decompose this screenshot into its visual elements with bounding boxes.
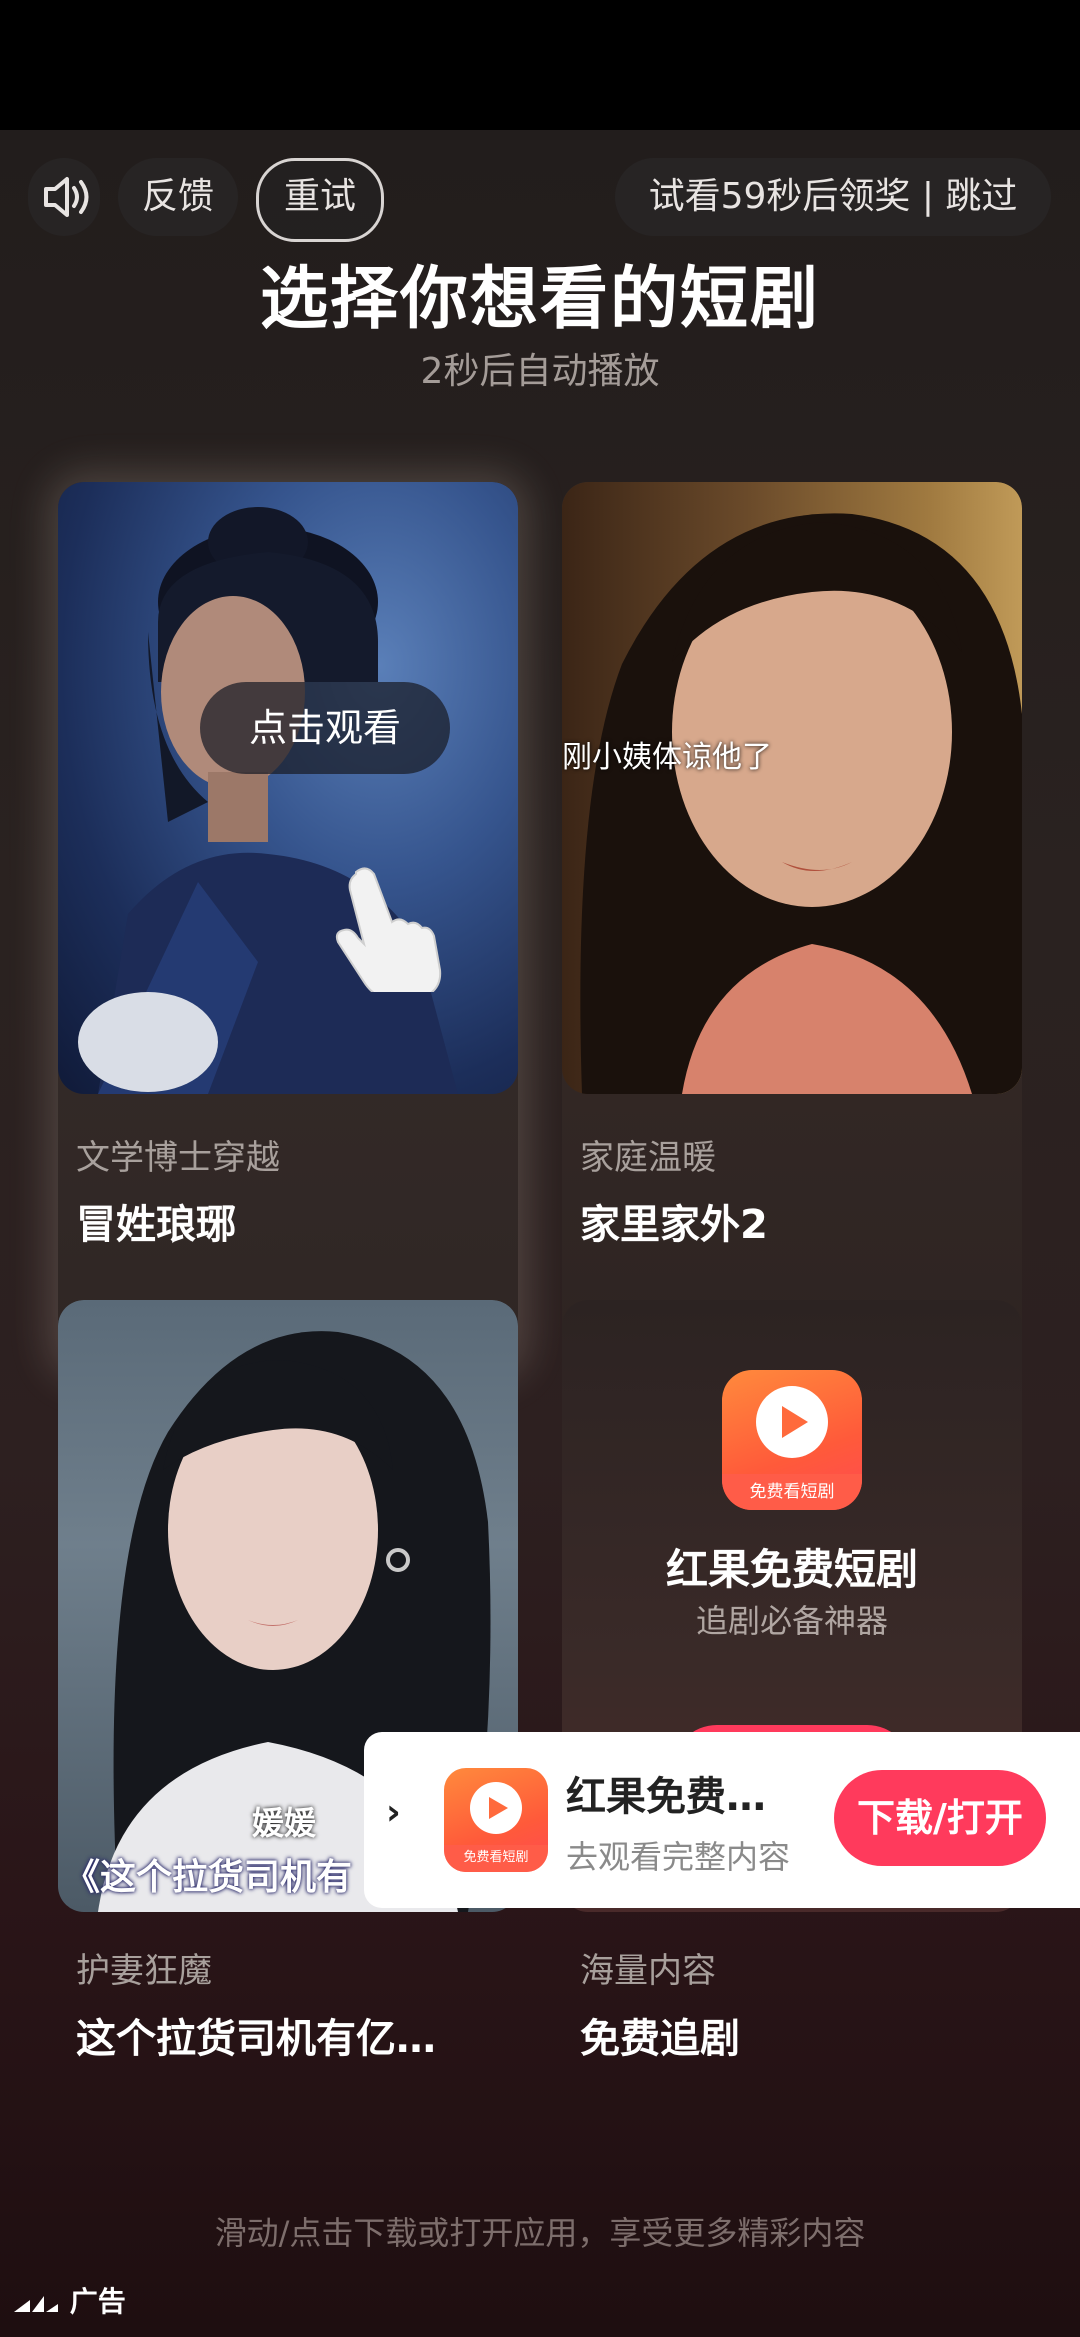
feedback-button[interactable]: 反馈 [118, 158, 238, 236]
subtitle-caption: 《这个拉货司机有 [64, 1857, 353, 1898]
drama-card[interactable]: 点击观看 文学博士穿越 冒姓琅琊 [58, 482, 518, 1370]
ad-label-text: 广告 [69, 2285, 126, 2318]
app-promo-card[interactable]: 免费看短剧 红果免费短剧 追剧必备神器 海量内容 免费追剧 [562, 1300, 1022, 2120]
download-open-button[interactable]: 下载/打开 [834, 1770, 1046, 1866]
countdown-text: 2秒后自动播放 [420, 351, 660, 392]
speaker-icon [44, 177, 89, 217]
banner-description: 去观看完整内容 [566, 1838, 791, 1876]
ad-screen: 反馈 重试 试看59秒后领奖 | 跳过 选择你想看的短剧 2秒后自动播放 点击观… [0, 130, 1080, 2337]
collapse-chevron-icon[interactable]: › [386, 1792, 401, 1833]
drama-thumbnail: 点击观看 [58, 482, 518, 1094]
ad-label: 广告 [14, 2280, 126, 2320]
hand-pointer-icon [335, 867, 442, 992]
drama-thumbnail: 刚小姨体谅他了 [562, 482, 1022, 1094]
drama-card[interactable]: 媛媛 《这个拉货司机有 护妻狂魔 这个拉货司机有亿… [58, 1300, 518, 2120]
man-portrait-illustration [78, 507, 458, 1094]
card-tag: 家庭温暖 [580, 1138, 716, 1178]
status-bar [0, 0, 1080, 130]
download-banner[interactable]: › 免费看短剧 红果免费… 去观看完整内容 下载/打开 [364, 1732, 1080, 1908]
drama-card[interactable]: 刚小姨体谅他了 家庭温暖 家里家外2 [562, 482, 1022, 1370]
card-tag: 海量内容 [580, 1951, 716, 1991]
app-logo-icon: 免费看短剧 [444, 1768, 548, 1872]
app-slogan: 追剧必备神器 [695, 1602, 888, 1640]
subtitle-caption: 刚小姨体谅他了 [562, 740, 772, 775]
card-tag: 护妻狂魔 [76, 1951, 212, 1991]
app-logo-icon: 免费看短剧 [722, 1370, 862, 1510]
card-title: 免费追剧 [580, 2016, 740, 2062]
app-name: 红果免费短剧 [665, 1545, 918, 1594]
banner-app-name: 红果免费… [566, 1774, 766, 1820]
footer-hint: 滑动/点击下载或打开应用，享受更多精彩内容 [214, 2214, 866, 2252]
retry-button[interactable]: 重试 [256, 158, 384, 242]
app-icon-label: 免费看短剧 [722, 1473, 862, 1510]
card-tag: 文学博士穿越 [76, 1138, 280, 1178]
tap-to-watch-label: 点击观看 [200, 682, 450, 774]
card-title: 冒姓琅琊 [76, 1202, 236, 1248]
woman-portrait-illustration [580, 513, 1022, 1094]
skip-button[interactable]: 试看59秒后领奖 | 跳过 [615, 158, 1051, 236]
card-title: 这个拉货司机有亿… [76, 2016, 436, 2062]
mute-button[interactable] [28, 158, 100, 236]
app-icon-label: 免费看短剧 [444, 1844, 548, 1872]
signal-icon [14, 2296, 58, 2312]
card-title: 家里家外2 [580, 1202, 768, 1248]
speaker-name-caption: 媛媛 [252, 1804, 317, 1842]
page-title: 选择你想看的短剧 [259, 260, 820, 339]
